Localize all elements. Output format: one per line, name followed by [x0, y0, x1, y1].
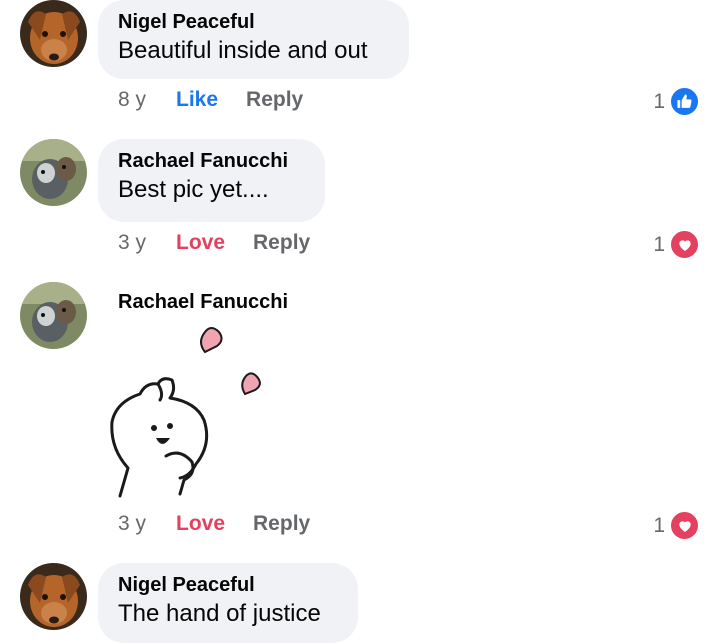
avatar[interactable]: [20, 0, 87, 67]
comment-author[interactable]: Rachael Fanucchi: [118, 148, 305, 174]
love-button[interactable]: Love: [176, 512, 225, 536]
reply-button[interactable]: Reply: [253, 231, 310, 255]
comment-text: The hand of justice: [118, 600, 321, 627]
comment-actions: 8 y Like Reply: [118, 88, 303, 112]
comment-bubble: Nigel Peaceful The hand of justice: [98, 563, 358, 643]
like-button[interactable]: Like: [176, 88, 218, 112]
avatar[interactable]: [20, 139, 87, 206]
comment-text: Best pic yet....: [118, 176, 269, 203]
comment-bubble: Rachael Fanucchi Best pic yet....: [98, 139, 325, 222]
comment-actions: 3 y Love Reply: [118, 231, 310, 255]
love-icon: [669, 510, 700, 541]
avatar[interactable]: [20, 282, 87, 349]
comment-bubble: Nigel Peaceful Beautiful inside and out: [98, 0, 409, 79]
comment-author[interactable]: Nigel Peaceful: [118, 572, 338, 598]
comment-text: Beautiful inside and out: [118, 37, 368, 64]
comment-author[interactable]: Rachael Fanucchi: [118, 289, 288, 315]
comment-actions: 3 y Love Reply: [118, 512, 310, 536]
comment-time[interactable]: 3 y: [118, 512, 176, 536]
like-icon: [669, 86, 700, 117]
reaction-count: 1: [653, 89, 665, 113]
reaction-count: 1: [653, 232, 665, 256]
love-button[interactable]: Love: [176, 231, 225, 255]
comment-time[interactable]: 8 y: [118, 88, 176, 112]
love-icon: [669, 229, 700, 260]
reply-button[interactable]: Reply: [246, 88, 303, 112]
reaction-summary[interactable]: 1: [653, 510, 700, 541]
comment-time[interactable]: 3 y: [118, 231, 176, 255]
reaction-summary[interactable]: 1: [653, 86, 700, 117]
comment-author[interactable]: Nigel Peaceful: [118, 9, 389, 35]
reaction-summary[interactable]: 1: [653, 229, 700, 260]
reaction-count: 1: [653, 513, 665, 537]
bunny-hearts-sticker[interactable]: [100, 318, 290, 509]
reply-button[interactable]: Reply: [253, 512, 310, 536]
avatar[interactable]: [20, 563, 87, 630]
